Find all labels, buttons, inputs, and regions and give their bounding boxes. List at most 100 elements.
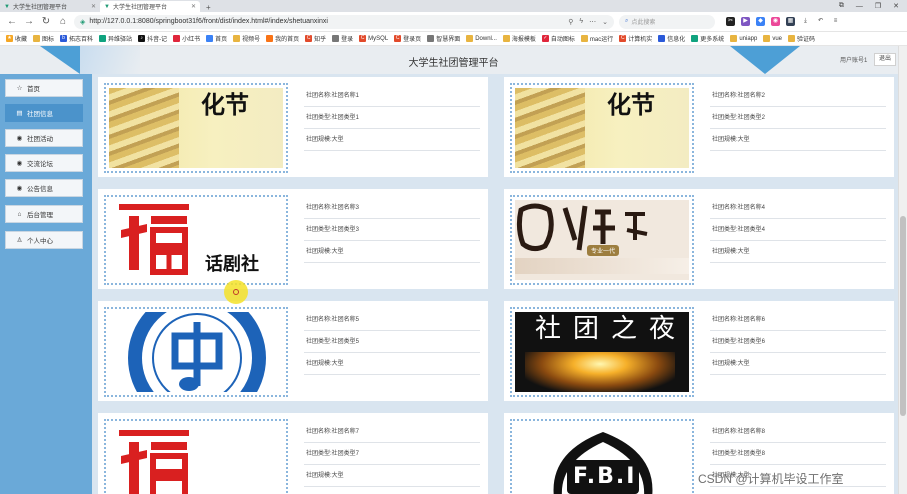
sidebar-item-label: 社团信息: [27, 111, 53, 118]
club-info: 社团名称:社团名称2 社团类型:社团类型2 社团规模:大型: [710, 85, 886, 151]
bookmark-9[interactable]: C 知乎: [305, 34, 326, 43]
page-scrollbar[interactable]: [898, 46, 907, 494]
minimize-icon[interactable]: —: [856, 3, 863, 10]
bookmark-0[interactable]: ★ 收藏: [6, 34, 27, 43]
check-icon: ✓: [541, 35, 549, 42]
undo-icon[interactable]: ↶: [816, 17, 825, 26]
club-image-frame: 专业一代: [510, 195, 694, 285]
club-card[interactable]: 专业一代 社团名称:社团名称4 社团类型:社团类型4 社团规模:大型: [504, 189, 894, 289]
new-tab-icon[interactable]: +: [200, 3, 217, 12]
bookmark-19[interactable]: 信息化: [658, 34, 685, 43]
club-image[interactable]: 话剧社: [109, 200, 283, 280]
search-field[interactable]: ⌕ 点此搜索: [619, 14, 715, 29]
home-icon[interactable]: ⌂: [57, 16, 69, 28]
club-image[interactable]: 专业一代: [515, 200, 689, 280]
download-icon[interactable]: ⤓: [801, 17, 810, 26]
bookmark-1[interactable]: 图标: [33, 34, 54, 43]
url-field[interactable]: ◈ http://127.0.0.1:8080/springboot31f6/f…: [74, 14, 614, 29]
bookmark-22[interactable]: vue: [763, 35, 782, 42]
logout-button[interactable]: 退出: [874, 53, 896, 66]
bookmark-6[interactable]: 首页: [206, 34, 227, 43]
image-caption: 话剧社: [205, 254, 259, 275]
club-card[interactable]: 化节 社团名称:社团名称1 社团类型:社团类型1 社团规模:大型: [98, 77, 488, 177]
lightning-icon[interactable]: ϟ: [579, 18, 583, 26]
dropdown-icon[interactable]: ⌄: [602, 18, 608, 26]
shield-icon: ◈: [80, 18, 86, 26]
bookmark-4[interactable]: ♪ 抖音-记: [138, 34, 167, 43]
tab-close-icon[interactable]: ✕: [191, 3, 196, 10]
bookmarks-bar: ★ 收藏 图标 b 拓志百科 异维驿站 ♪ 抖音-记 小红书 首页 视频号 我的首页 …: [0, 32, 907, 46]
image-caption: 专业一代: [587, 245, 620, 256]
club-card[interactable]: 化节 社团名称:社团名称2 社团类型:社团类型2 社团规模:大型: [504, 77, 894, 177]
ext-blue-icon[interactable]: ◆: [756, 17, 765, 26]
club-card[interactable]: 社团名称:社团名称5 社团类型:社团类型5 社团规模:大型: [98, 301, 488, 401]
sidebar-item-club-activities[interactable]: ◉ 社团活动: [5, 129, 83, 147]
tab-favicon-icon: ▼: [104, 3, 110, 10]
bookmark-3[interactable]: 异维驿站: [99, 34, 132, 43]
bookmark-16[interactable]: ✓ 自动图标: [541, 34, 575, 43]
sidebar-item-home[interactable]: ☆ 首页: [5, 79, 83, 97]
circle-icon: ◉: [16, 185, 23, 192]
club-type: 社团类型:社团类型2: [710, 107, 886, 129]
site-icon: [266, 35, 274, 42]
bookmark-5[interactable]: 小红书: [173, 34, 200, 43]
ext-translate-icon[interactable]: ✂: [726, 17, 735, 26]
club-image[interactable]: 化节: [109, 88, 283, 168]
ext-pink-icon[interactable]: ◉: [771, 17, 780, 26]
club-image[interactable]: [109, 312, 283, 392]
club-card[interactable]: 社团之夜 社团名称:社团名称6 社团类型:社团类型6 社团规模:大型: [504, 301, 894, 401]
bookmark-14[interactable]: Downl...: [466, 35, 497, 42]
club-type: 社团类型:社团类型1: [304, 107, 480, 129]
browser-tab-bar: ▼ 大学生社团管理平台 ✕ ▼ 大学生社团管理平台 ✕ + ⧉ — ❐ ✕: [0, 0, 907, 12]
sidebar-item-notices[interactable]: ◉ 公告信息: [5, 179, 83, 197]
club-name: 社团名称:社团名称2: [710, 85, 886, 107]
bookmark-2[interactable]: b 拓志百科: [60, 34, 93, 43]
club-card[interactable]: 社团名称:社团名称7 社团类型:社团类型7 社团规模:大型: [98, 413, 488, 494]
ext-grid-icon[interactable]: ▦: [786, 17, 795, 26]
folder-icon: [466, 35, 474, 42]
club-image[interactable]: [109, 424, 283, 494]
more-icon[interactable]: ⋯: [589, 18, 596, 26]
search-engine-icon: ⌕: [625, 18, 629, 24]
sidebar-item-label: 后台管理: [27, 212, 53, 219]
cursor-dot: [233, 289, 239, 295]
sidebar-item-admin[interactable]: ⌂ 后台管理: [5, 205, 83, 223]
image-caption: 化节: [607, 90, 655, 119]
ext-video-icon[interactable]: ▶: [741, 17, 750, 26]
club-image[interactable]: 社团之夜: [515, 312, 689, 392]
tab-close-icon[interactable]: ✕: [91, 3, 96, 10]
bookmark-17[interactable]: mac运行: [580, 34, 613, 43]
bookmark-11[interactable]: C MySQL: [359, 35, 388, 42]
browser-tab-1[interactable]: ▼ 大学生社团管理平台 ✕: [0, 1, 100, 12]
sidebar-item-forum[interactable]: ◉ 交流论坛: [5, 154, 83, 172]
club-name: 社团名称:社团名称5: [304, 309, 480, 331]
bookmark-23[interactable]: 验证码: [788, 34, 815, 43]
forward-icon[interactable]: →: [23, 16, 35, 28]
bookmark-7[interactable]: 视频号: [233, 34, 260, 43]
sidebar-item-club-info[interactable]: ▤ 社团信息: [5, 104, 83, 122]
restore-icon[interactable]: ❐: [875, 2, 881, 10]
club-image[interactable]: F.B.I: [515, 424, 689, 494]
refresh-icon[interactable]: ↻: [40, 16, 52, 28]
browser-tab-2[interactable]: ▼ 大学生社团管理平台 ✕: [100, 1, 200, 12]
tab-list-icon[interactable]: ⧉: [839, 2, 844, 10]
club-card[interactable]: 话剧社 社团名称:社团名称3 社团类型:社团类型3 社团规模:大型: [98, 189, 488, 289]
tab-title: 大学生社团管理平台: [113, 5, 168, 11]
back-icon[interactable]: ←: [6, 16, 18, 28]
club-type: 社团类型:社团类型7: [304, 443, 480, 465]
sidebar-item-profile[interactable]: ♙ 个人中心: [5, 231, 83, 249]
bookmark-20[interactable]: 更多系统: [691, 34, 724, 43]
window-close-icon[interactable]: ✕: [893, 2, 899, 10]
bookmark-13[interactable]: 智慧界面: [427, 34, 460, 43]
bookmark-15[interactable]: 海报模板: [502, 34, 536, 43]
scrollbar-thumb[interactable]: [900, 216, 906, 416]
folder-icon: [580, 35, 588, 42]
bookmark-10[interactable]: 登录: [332, 34, 353, 43]
bookmark-8[interactable]: 我的首页: [266, 34, 299, 43]
zoom-icon[interactable]: ⚲: [568, 18, 573, 26]
bookmark-12[interactable]: C 登录页: [394, 34, 421, 43]
bookmark-21[interactable]: uniapp: [730, 35, 757, 42]
bookmark-18[interactable]: C 计算机实: [619, 34, 652, 43]
club-image[interactable]: 化节: [515, 88, 689, 168]
menu-icon[interactable]: ≡: [831, 17, 840, 26]
